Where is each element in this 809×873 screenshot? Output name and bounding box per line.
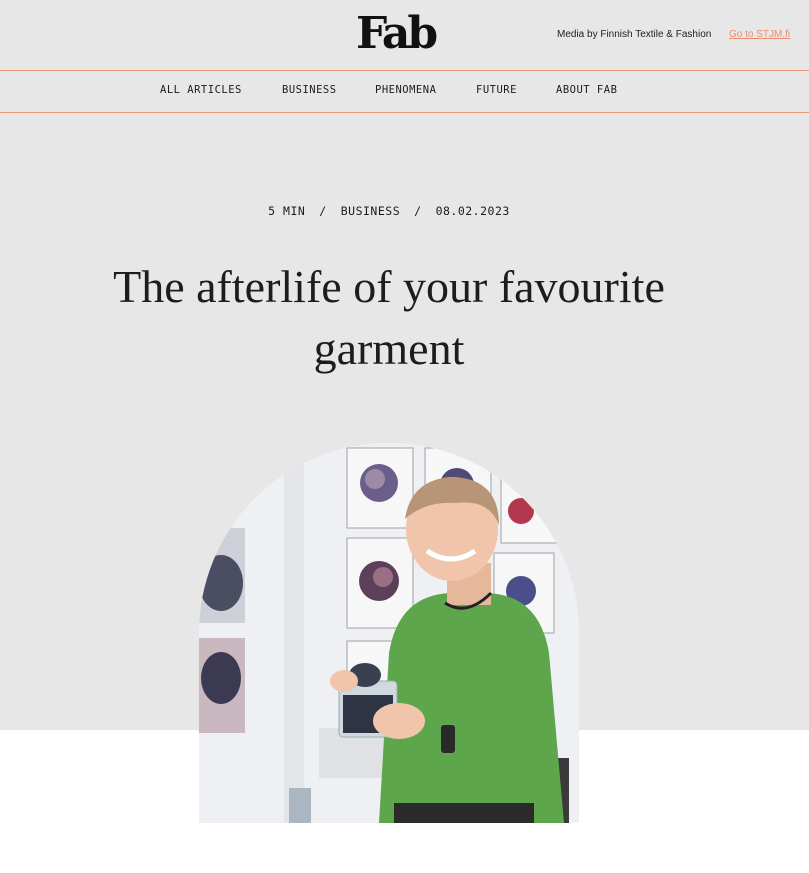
article-hero-image: [199, 443, 579, 823]
site-header: Fab Media by Finnish Textile & Fashion G…: [0, 0, 809, 71]
article-date: 08.02.2023: [435, 204, 510, 218]
nav-phenomena[interactable]: PHENOMENA: [375, 84, 436, 96]
go-to-stjm-link[interactable]: Go to STJM.fi: [729, 29, 790, 40]
media-by-text: Media by Finnish Textile & Fashion: [557, 29, 712, 40]
nav-future[interactable]: FUTURE: [476, 84, 517, 96]
portrait-illustration: [199, 443, 579, 823]
title-line-1: The afterlife of your favourite: [113, 261, 665, 312]
meta-separator: /: [319, 204, 327, 218]
meta-separator: /: [414, 204, 422, 218]
main-nav: ALL ARTICLES BUSINESS PHENOMENA FUTURE A…: [0, 70, 809, 113]
article-meta: 5 MIN / BUSINESS / 08.02.2023: [0, 204, 778, 218]
title-line-2: garment: [313, 323, 465, 374]
read-time: 5 MIN: [268, 204, 306, 218]
nav-about-fab[interactable]: ABOUT FAB: [556, 84, 617, 96]
nav-all-articles[interactable]: ALL ARTICLES: [160, 84, 242, 96]
fab-logo[interactable]: Fab: [356, 8, 438, 60]
article-title: The afterlife of your favourite garment: [60, 256, 718, 380]
article-category[interactable]: BUSINESS: [341, 204, 400, 218]
nav-business[interactable]: BUSINESS: [282, 84, 337, 96]
